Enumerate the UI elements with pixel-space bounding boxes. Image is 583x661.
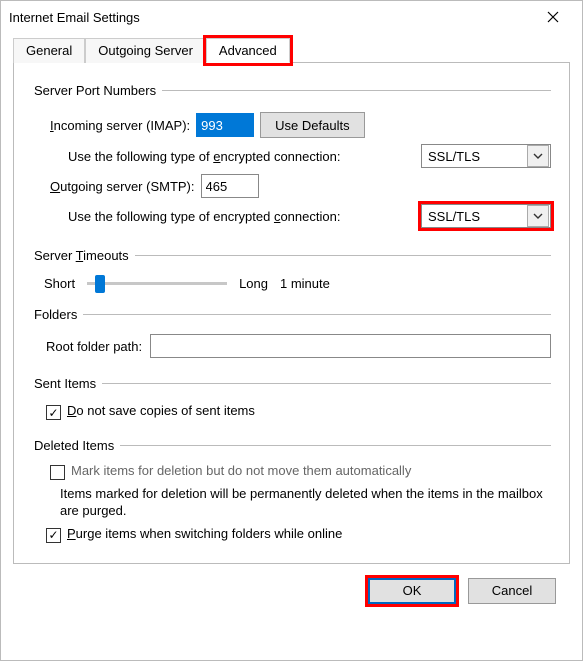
incoming-label: Incoming server (IMAP): <box>50 118 190 133</box>
tab-general[interactable]: General <box>13 38 85 63</box>
outgoing-encryption-label: Use the following type of encrypted conn… <box>68 209 340 224</box>
timeout-long-label: Long <box>239 276 268 291</box>
purge-label: Purge items when switching folders while… <box>67 526 342 541</box>
purge-checkbox[interactable]: ✓ <box>46 528 61 543</box>
deletion-note: Items marked for deletion will be perman… <box>60 486 551 520</box>
incoming-encryption-value: SSL/TLS <box>422 149 526 164</box>
slider-track <box>87 282 227 285</box>
tab-bar: General Outgoing Server Advanced <box>13 37 570 63</box>
tab-advanced[interactable]: Advanced <box>206 38 290 63</box>
incoming-port-input[interactable] <box>196 113 254 137</box>
server-ports-legend: Server Port Numbers <box>32 83 162 98</box>
mark-for-deletion-checkbox[interactable] <box>50 465 65 480</box>
chevron-down-icon[interactable] <box>527 205 549 227</box>
cancel-button[interactable]: Cancel <box>468 578 556 604</box>
section-sent-items: Sent Items ✓ Do not save copies of sent … <box>32 376 551 428</box>
incoming-encryption-label: Use the following type of encrypted conn… <box>68 149 340 164</box>
section-timeouts: Server Timeouts Short Long 1 minute <box>32 248 551 297</box>
outgoing-label: Outgoing server (SMTP): <box>50 179 195 194</box>
folders-legend: Folders <box>32 307 83 322</box>
incoming-encryption-select[interactable]: SSL/TLS <box>421 144 551 168</box>
outgoing-encryption-select[interactable]: SSL/TLS <box>421 204 551 228</box>
timeout-value: 1 minute <box>280 276 330 291</box>
timeouts-legend: Server Timeouts <box>32 248 135 263</box>
slider-thumb[interactable] <box>95 275 105 293</box>
timeout-slider[interactable] <box>87 273 227 293</box>
tab-outgoing[interactable]: Outgoing Server <box>85 38 206 63</box>
dialog-buttons: OK Cancel <box>1 564 582 620</box>
do-not-save-checkbox[interactable]: ✓ <box>46 405 61 420</box>
section-folders: Folders Root folder path: <box>32 307 551 366</box>
close-icon <box>547 11 559 23</box>
section-deleted-items: Deleted Items Mark items for deletion bu… <box>32 438 551 551</box>
use-defaults-button[interactable]: Use Defaults <box>260 112 364 138</box>
root-folder-input[interactable] <box>150 334 551 358</box>
close-button[interactable] <box>532 3 574 31</box>
window-title: Internet Email Settings <box>9 10 140 25</box>
tab-content: Server Port Numbers Incoming server (IMA… <box>13 63 570 564</box>
ok-button[interactable]: OK <box>368 578 456 604</box>
do-not-save-label: Do not save copies of sent items <box>67 403 255 418</box>
outgoing-port-input[interactable] <box>201 174 259 198</box>
deleted-legend: Deleted Items <box>32 438 120 453</box>
section-server-ports: Server Port Numbers Incoming server (IMA… <box>32 83 551 238</box>
timeout-short-label: Short <box>44 276 75 291</box>
root-folder-label: Root folder path: <box>46 339 142 354</box>
ok-highlight: OK <box>368 578 456 604</box>
chevron-down-icon[interactable] <box>527 145 549 167</box>
sent-legend: Sent Items <box>32 376 102 391</box>
outgoing-encryption-value: SSL/TLS <box>422 209 526 224</box>
mark-for-deletion-label: Mark items for deletion but do not move … <box>71 463 411 479</box>
